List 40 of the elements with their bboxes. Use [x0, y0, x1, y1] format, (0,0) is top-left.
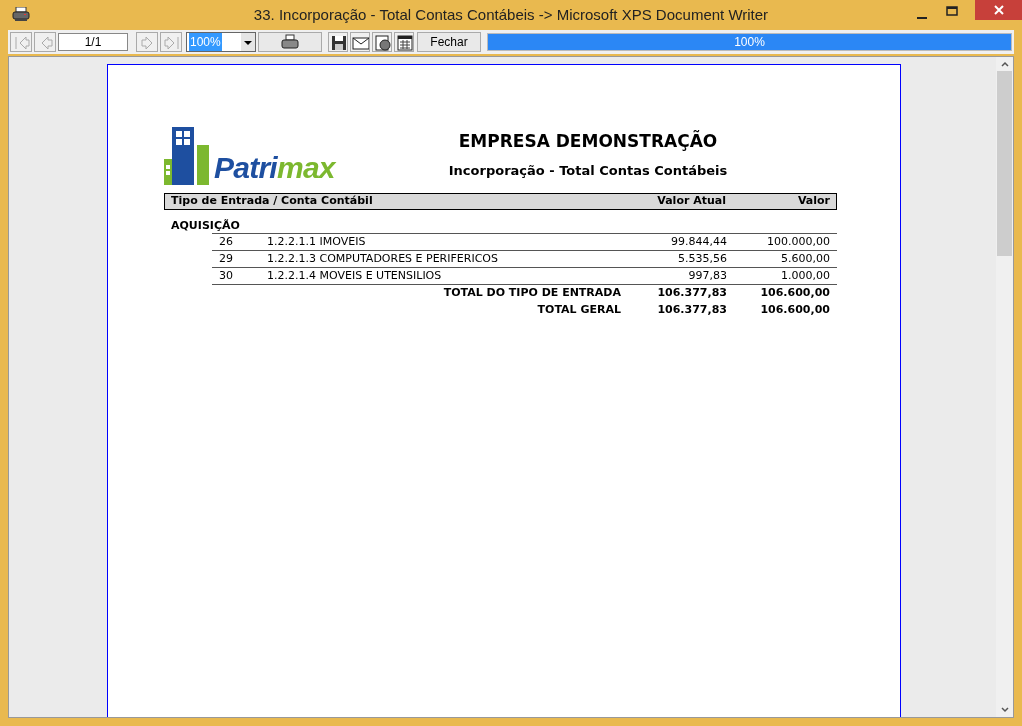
print-button[interactable]: [258, 32, 322, 52]
table-cell-text: 5.600,00: [780, 250, 831, 267]
window-title: 33. Incorporação - Total Contas Contábeis -> Microsoft XPS Document Writer: [252, 4, 770, 25]
report-title: Incorporação - Total Contas Contábeis: [447, 162, 729, 180]
printer-icon[interactable]: [12, 7, 30, 22]
group-label: AQUISIÇÃO: [170, 218, 241, 233]
table-cell-text: 26: [218, 233, 234, 250]
printer-icon: [280, 34, 300, 50]
scrollbar-thumb[interactable]: [997, 71, 1012, 256]
total-cell-text: 106.600,00: [759, 302, 831, 319]
caret-icon: [241, 33, 255, 51]
company-name: EMPRESA DEMONSTRAÇÃO: [457, 129, 719, 153]
progress-reading: 100%: [733, 34, 766, 50]
table-cell-text: 30: [218, 267, 234, 284]
table-cell-text: 99.844,44: [670, 233, 727, 250]
total-cell-text: 106.377,83: [656, 302, 727, 319]
table-cell-text: 997,83: [687, 267, 727, 284]
table-cell-text: 100.000,00: [766, 233, 831, 250]
close-icon: [993, 5, 1004, 15]
close-button[interactable]: [975, 0, 1022, 20]
table-cell-text: 1.000,00: [780, 267, 831, 284]
total-cell-text: TOTAL DO TIPO DE ENTRADA: [442, 285, 622, 302]
buildings-logo-icon: [164, 125, 212, 185]
total-cell-text: TOTAL GERAL: [536, 302, 622, 319]
mail-icon[interactable]: [350, 32, 370, 52]
column-header: Valor Atual: [656, 193, 726, 210]
close-button[interactable]: Fechar: [417, 32, 481, 52]
page-field[interactable]: 1/1: [58, 33, 128, 51]
logo-text: Patrimax: [214, 153, 335, 183]
total-cell-text: 106.600,00: [759, 285, 831, 302]
total-cell-text: 106.377,83: [656, 285, 727, 302]
table-cell-text: 1.2.2.1.4 MOVEIS E UTENSILIOS: [267, 267, 443, 284]
table-cell-text: 29: [218, 250, 234, 267]
calendar-icon[interactable]: [394, 32, 414, 52]
table-cell-text: 1.2.2.1.1 IMOVEIS: [267, 233, 367, 250]
column-header: Valor: [796, 193, 830, 210]
maximize-icon[interactable]: [946, 6, 958, 16]
table-cell-text: 1.2.2.1.3 COMPUTADORES E PERIFERICOS: [267, 250, 499, 267]
table-cell-text: 5.535,56: [677, 250, 727, 267]
column-header: Tipo de Entrada / Conta Contábil: [171, 193, 374, 210]
